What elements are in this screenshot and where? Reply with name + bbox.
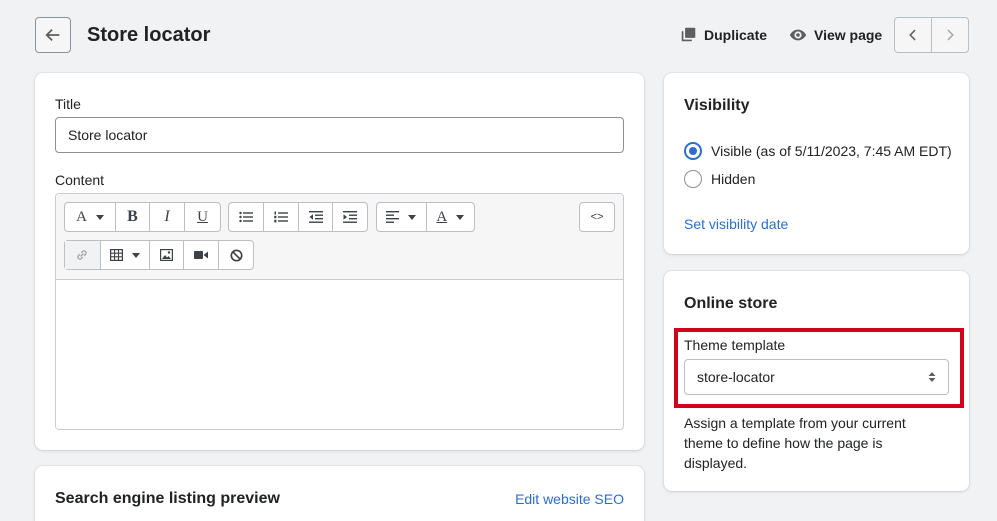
image-icon — [159, 249, 173, 261]
page-content-card: Title Store locator Content A B I U A <> — [35, 73, 644, 450]
duplicate-label: Duplicate — [704, 26, 768, 43]
format-group: A B I U — [64, 202, 221, 232]
online-store-card: Online store Theme template store-locato… — [664, 271, 969, 491]
visible-radio[interactable] — [684, 142, 702, 160]
duplicate-button[interactable]: Duplicate — [680, 26, 767, 43]
insert-table-dropdown[interactable] — [99, 241, 149, 269]
visibility-card: Visibility Visible (as of 5/11/2023, 7:4… — [664, 73, 969, 254]
link-icon — [77, 250, 88, 260]
chevron-right-icon — [947, 29, 954, 41]
page-header: Store locator Duplicate View page — [35, 17, 969, 54]
hidden-radio[interactable] — [684, 170, 702, 188]
view-page-label: View page — [814, 27, 883, 43]
title-input[interactable]: Store locator — [55, 117, 624, 153]
bold-button[interactable]: B — [115, 203, 149, 231]
visible-label: Visible (as of 5/11/2023, 7:45 AM EDT) — [711, 143, 952, 159]
bullet-list-button[interactable] — [229, 203, 263, 231]
visible-option[interactable]: Visible (as of 5/11/2023, 7:45 AM EDT) — [684, 142, 952, 160]
insert-link-button[interactable] — [65, 241, 100, 269]
hidden-option[interactable]: Hidden — [684, 170, 755, 188]
hidden-label: Hidden — [711, 171, 756, 187]
clear-formatting-button[interactable] — [218, 241, 253, 269]
outdent-icon — [308, 211, 323, 223]
pagination — [894, 17, 969, 53]
insert-group — [64, 240, 254, 270]
font-format-letter: A — [76, 208, 87, 225]
title-input-value: Store locator — [68, 127, 148, 143]
editor-body[interactable] — [56, 280, 623, 429]
seo-card: Search engine listing preview Edit websi… — [35, 466, 644, 521]
online-store-title: Online store — [684, 295, 778, 312]
text-color-letter: A — [436, 208, 448, 225]
chevron-left-icon — [909, 29, 916, 41]
align-dropdown[interactable] — [377, 203, 426, 231]
html-group: <> — [579, 202, 615, 232]
view-page-button[interactable]: View page — [789, 26, 882, 44]
italic-button[interactable]: I — [149, 203, 184, 231]
show-html-button[interactable]: <> — [580, 203, 614, 231]
eye-icon — [789, 29, 807, 41]
video-camera-icon — [194, 251, 209, 259]
prohibited-icon — [230, 248, 243, 262]
back-button[interactable] — [35, 17, 71, 53]
bullet-list-icon — [239, 211, 254, 223]
align-color-group: A — [376, 202, 475, 232]
indent-button[interactable] — [332, 203, 367, 231]
font-format-dropdown[interactable]: A — [65, 203, 115, 231]
duplicate-icon — [681, 27, 696, 42]
insert-image-button[interactable] — [148, 241, 184, 269]
title-label: Title — [55, 96, 81, 112]
underline-button[interactable]: U — [184, 203, 220, 231]
set-visibility-date-link[interactable]: Set visibility date — [684, 216, 788, 232]
arrow-left-icon — [45, 28, 60, 42]
align-left-icon — [386, 211, 400, 223]
outdent-button[interactable] — [297, 203, 333, 231]
list-group — [228, 202, 368, 232]
text-color-dropdown[interactable]: A — [425, 203, 475, 231]
table-icon — [109, 249, 123, 261]
rich-text-editor: A B I U A <> — [55, 193, 624, 430]
insert-video-button[interactable] — [183, 241, 218, 269]
edit-seo-link[interactable]: Edit website SEO — [515, 491, 624, 507]
visibility-title: Visibility — [684, 97, 750, 114]
next-page-button[interactable] — [931, 18, 968, 52]
content-label: Content — [55, 172, 105, 188]
page-title: Store locator — [87, 24, 211, 46]
indent-icon — [343, 211, 358, 223]
editor-toolbar: A B I U A <> — [56, 194, 623, 280]
numbered-list-icon — [274, 211, 289, 223]
previous-page-button[interactable] — [895, 18, 931, 52]
highlight-box — [674, 328, 964, 408]
numbered-list-button[interactable] — [263, 203, 298, 231]
theme-template-help: Assign a template from your current them… — [684, 415, 906, 471]
seo-title: Search engine listing preview — [55, 490, 280, 507]
